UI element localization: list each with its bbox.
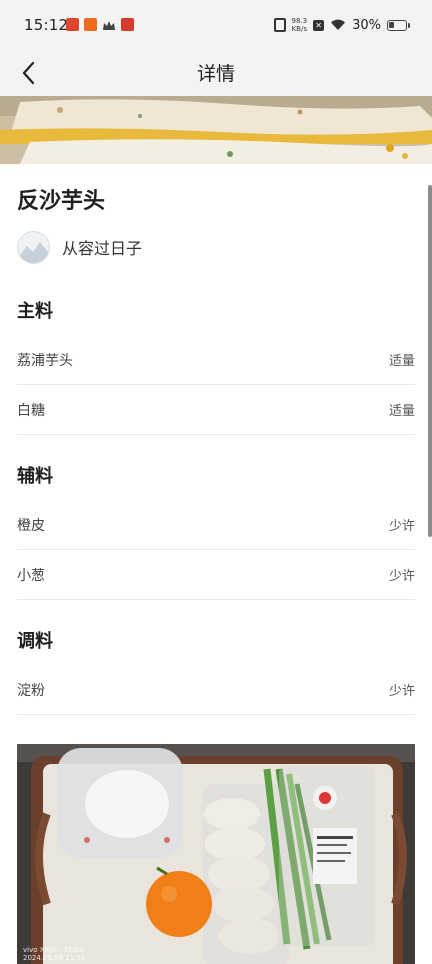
battery-tip [408, 22, 410, 28]
ingredient-name: 白糖 [17, 402, 45, 419]
network-speed: 98.3 KB/s [292, 17, 308, 33]
ingredient-name: 小葱 [17, 567, 45, 584]
wifi-icon [330, 16, 346, 35]
author-name[interactable]: 从容过日子 [62, 235, 142, 259]
status-bar: 15:12 98.3 KB/s ✕ 30% [0, 0, 432, 50]
ingredient-name: 橙皮 [17, 517, 45, 534]
scrollbar-thumb[interactable] [428, 185, 432, 537]
ingredient-amount: 适量 [388, 404, 415, 419]
ingredient-name: 荔浦芋头 [17, 352, 73, 369]
app-notification-icon [84, 18, 97, 31]
navigation-bar: 详情 [0, 50, 432, 96]
photo-watermark: vivo X90s · ZEISS 2024.05.06 11:51 [23, 946, 85, 962]
battery-icon [387, 19, 407, 31]
section-title-seasonings: 调料 [17, 631, 53, 652]
recipe-title: 反沙芋头 [17, 189, 106, 214]
status-time: 15:12 [24, 16, 69, 34]
ingredients-photo[interactable]: vivo X90s · ZEISS 2024.05.06 11:51 [17, 744, 415, 964]
section-title-side-ingredients: 辅料 [17, 466, 53, 487]
recipe-cover-image[interactable] [0, 96, 432, 164]
ingredient-amount: 少许 [388, 684, 415, 699]
ingredient-amount: 少许 [388, 519, 415, 534]
ingredient-row: 小葱 少许 [17, 550, 415, 600]
network-speed-unit: KB/s [291, 25, 307, 33]
status-indicators: 98.3 KB/s ✕ 30% [273, 15, 410, 35]
no-sim-icon: ✕ [313, 19, 325, 31]
app-notification-icon [121, 18, 134, 31]
author-row[interactable]: 从容过日子 [17, 230, 142, 264]
crown-icon [102, 18, 115, 31]
page-title: 详情 [196, 63, 235, 85]
avatar[interactable] [17, 230, 50, 264]
ingredient-row: 白糖 适量 [17, 385, 415, 435]
ingredient-name: 淀粉 [17, 682, 45, 699]
section-title-main-ingredients: 主料 [17, 301, 53, 322]
mail-notification-icon [66, 18, 79, 31]
battery-percent: 30% [352, 17, 381, 33]
photo-watermark-date: 2024.05.06 11:51 [23, 954, 86, 962]
ingredient-row: 荔浦芋头 适量 [17, 335, 415, 385]
ingredient-amount: 少许 [388, 569, 415, 584]
ingredient-row: 淀粉 少许 [17, 665, 415, 715]
vibrate-icon [273, 18, 286, 32]
photo-watermark-device: vivo X90s · ZEISS [23, 946, 84, 954]
network-speed-value: 98.3 [291, 17, 308, 25]
ingredient-row: 橙皮 少许 [17, 500, 415, 550]
ingredient-amount: 适量 [388, 354, 415, 369]
